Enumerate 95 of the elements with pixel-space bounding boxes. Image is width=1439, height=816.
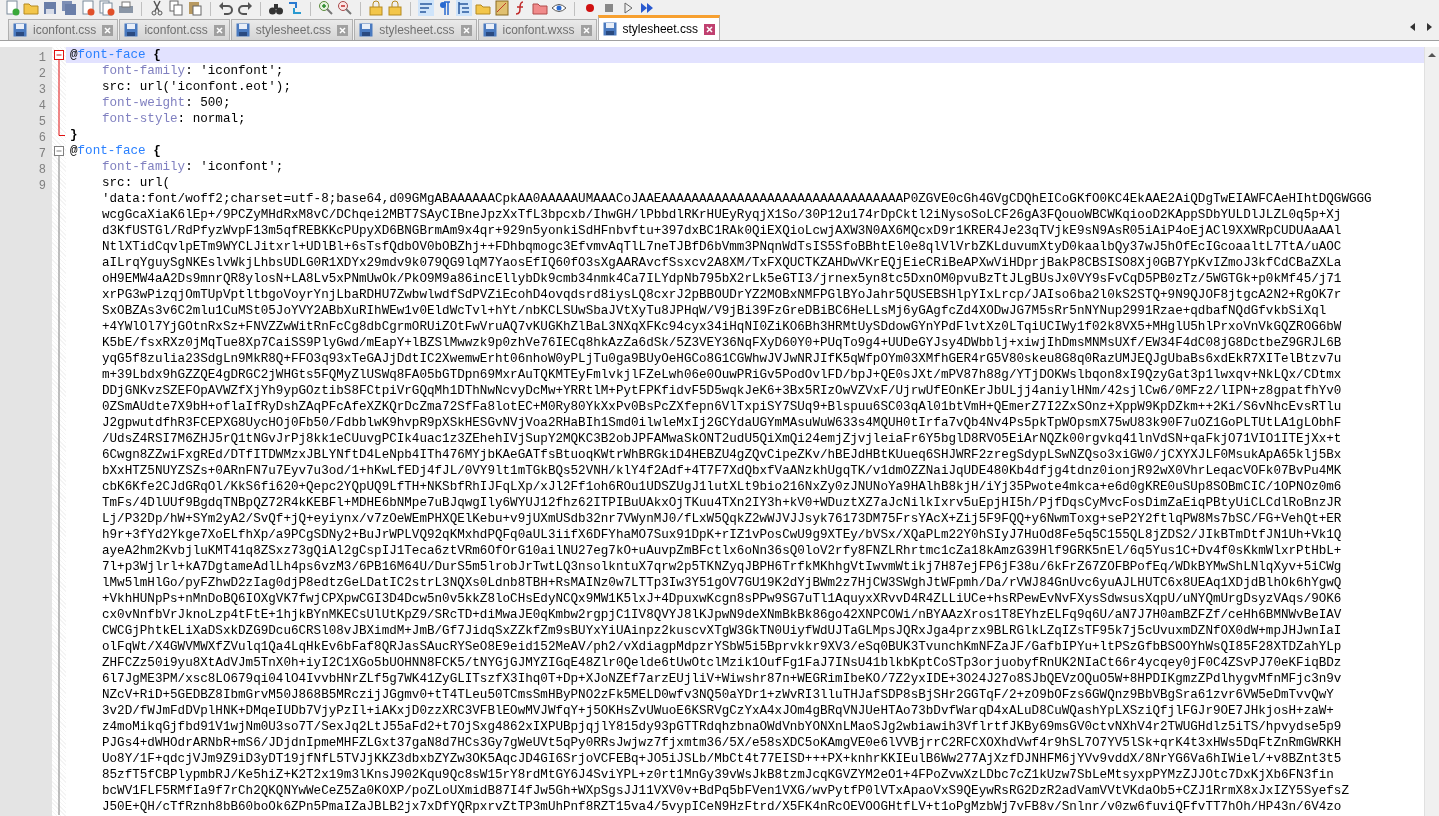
code-line: 7l+p3Wjlrl+kA7DgtameAdlLh4ps6vzM3/6PB16M64U/DurS5m5lrobJrTwtLQ3nsolkntuX7qrw2p5TKNZyqJBPH6TrfkMKhhgVtIwvmWtikj7H87ejFP6jF38u/6kFrZ67ZOFBPofEq/WDkBYMwShLNlqXyv+5iCWg [101, 559, 1343, 575]
code-line: NZcV+RiD+5GEDBZ8IbmGrvM50J868B5MRczijJGgmv0+tT4TLeu50TCmsSmHByPNO2zFk5MELD0wfv3NQ50aYDr1+zWvRI3lluTHJafSDP8sBjSHr2GGTqF/2+zO9bOFzs6GWQnz9BbVBgSra61zvr6VW5eDmTvvQwY [101, 687, 1335, 703]
lock-icon[interactable] [387, 0, 403, 16]
line-number: 9 [38, 179, 46, 193]
file-tab[interactable]: iconfont.css [119, 19, 230, 40]
code-line: ayeA2hm2KvbjluKMT41q8ZSxz73gQiAl2gCspIJ1Teca6ztVRm6OfOrG10ailNU27eg7kO+uAuvpZmBFctlx6oNn36sQ0loV2rfy8FNZLRhrtmc1cZa18kAmzG39Hlf9GRK5nEl/6q5Yus1C+Dv4f0sKkmWlxrPtHbL+ [101, 543, 1343, 559]
save-icon [359, 23, 374, 37]
code-line: src: url( [101, 175, 172, 191]
code-line: 6l7JgME3PM/xsc8LO679qi04lO4IvvbHNrZLf5g7WK41ZyGLITszfX3Ihq0T+Dp+XJoNZEf7arzEUjliV+Wiwshr87n+WEGRimIbeKO/7Z2yxIDE+3O24J27o8SJbQEVzOQuO5W+8HPDIKgmzZPdlhygvMfnMFjc3n9v [101, 671, 1343, 687]
code-line: 'data:font/woff2;charset=utf-8;base64,d09GMgABAAAAAACpkAA0AAAAAUMAAACoJAAEAAAAAAAAAAAAAAAAAAAAAAAAAAAAAAAAP0ZGVE0cGh4GVgCDQhEICoGKfO0KC4EkAAE2AiQDgTwEIAWFCAeHIhtDQGWGGG [101, 191, 1373, 207]
code-line: font-family: 'iconfont'; [101, 63, 285, 79]
line-number: 5 [38, 115, 46, 129]
code-line: PJGs4+dWHOdrARNbR+mS6/JDjdnIpmeMHFZLGxt37gaN8d7HCs3Gy7gWeUVt5qPy0RRsJwjwz7fjxmtm36/5X/e58sXDC5oKAmgVE0e6lVVBjrrC2RFCXOXhdVwf4r9hSL7O7YV5lSk+qrK4t3xHWs5DqFtZnRmGWRKH [101, 735, 1343, 751]
close-file-icon[interactable] [80, 0, 96, 16]
code-line: lMw5lmHlGo/pyFZhwD2zIag0djP8edtzGeLDatIC2strL3NQXs0Ldnb8TBH+RsMAINz0w7LTTp3Iw3Y51gOV7GU19K2dYjBWm2z7HjCW3SWghJtWFpmh/Da/rVWJ84GnUvc6yuAJLHUTC6x8UEAq1XDjdBlhOk6hYgwQ [101, 575, 1343, 591]
save-icon [235, 23, 250, 37]
code-line: +VkhHUNpPs+nMnDoBQ6IOXgVK7fwjCPXpwCGI3D4Dcw5n0v5kkZ8loCHsEdyNCQx9MW1K5lxJ+4DpuxwKcgn8sPPw9SG7uTl1AquyxXRvvD4R4ZLLiUCe+hsRPewEvNvFXysSdwsusXqpU/uNYQmUrgDsyzVAqs/9OK6 [101, 591, 1343, 607]
code-line: Uo8Y/1F+qdcjVJm9Z9iD3yDT19jfNfL5TVJjKKZ3dbxbZYZw3OK5AqcJD4GI6SrjoVCFEBq+JO5iJSLb/MbCt4t77EISD+++PX+knhrKKIEulB6Ww277AjXzfDJNHFM6jYVv9vddX/8NrYG6Va6hIWiel/+v8BZnt3t5 [101, 751, 1343, 767]
code-line: wcgGcaXiaK6lEp+/9PCZyMHdRxM8vC/DChqei2MBT7SAyCIBneJpzXxTfL3bpcxb/IhwGH/lPbbdlRKrHUEyRyqjX1So/30P12u174rDpCktl2iNysoSoLCF26gA3FQouoWBCWKqiooD2KAppSDbYULDlJLZL0q5p+Xj [101, 207, 1343, 223]
paste-icon[interactable] [187, 0, 203, 16]
word-wrap-icon[interactable] [418, 0, 434, 16]
code-line: cx0vNnfbVrJknoLzp4tFtE+1hjkBYnMKECsUlUtKpZ9/SRcTD+diMwaJE0qKmbw2rgpjC1IV8QVYJ8lKJpwN9deXNmBkBk86go42XNPCOWi/nBYAAzXros1T8EYhzELFq9q6U/aN7J7H0amBZFZf/ceHh6BMNWvBeIAV [101, 607, 1343, 623]
code-line: src: url('iconfont.eot'); [101, 79, 292, 95]
close-icon[interactable] [102, 24, 114, 36]
code-line: d3KfUSTGl/RdPfyzWvpF13m5qfREBKKcPUpyXD6BNGBrmAm9x4qr+929n5yonkiSdHFnbvftu+397dxBC1RAk0QiEXQioLcwjAXW3N0AX6MQcxD9r1KRER4Je23qTVjkE9sN9AsR05iAiP4oEjACl9XXWRpCUDUAaAAl [101, 223, 1343, 239]
save-icon [602, 22, 617, 36]
code-line: aILrqYguySgNKEslvWkjLhbsUDLG0R1XDYx29mdv9k079QG9lqM7YaosEfIQ60fO3sXgAARAvcfSsxcv2A8XM/TxFXQUCTKZAHDwVKrEQjEieCRiBeAPXwViHDprjBakP8CBSISO8Xj0GB7YpKvIZmoJ3kfCdCBaZXLa [101, 255, 1343, 271]
code-line: bcWV1FLF5RMfIa9f7rCh2QKQNYwWeCeZ5Za0KOXP/poZLoUXmidB87I4fJw5Gh+WXpSgsJJ11VXV0v+BdPq5bFVen1VXG/wvPytfP0lVTxApaoVxS9QEywRsRG2DzR2adVamVVtVKdaOb5+CZJ1RrmX8xJxIZY5SyefsZ [101, 783, 1350, 799]
save-icon [482, 23, 497, 37]
code-line: J50E+QH/cTfRznh8bB60boOk6ZPn5PmaIZaJBLB2jx7xDfYQRpxrvZtTP3mUhPnf8RZT15va4/5vypICeN9HzFtrd/X5FK4nRcOEVOOGHtfLV+t1oPgMzbWj7vFB8v/Snlnr/v0zw6fuviQFfvTT7hOh/HP43n/6V4zo [101, 799, 1343, 815]
close-all-icon[interactable] [99, 0, 115, 16]
fold-toggle-icon[interactable] [53, 47, 65, 63]
code-line: cbK6Kfe2CJdGRqOl/KkS6fi620+Qepc2YQpUQ9LfTH+NKSbfRhIJFqLXp/xJl2Ff1oh6ROu1UDSZUgJ1lutXLt9bio216NxZy0zJNUNoYa9HAlhB8kjH/iYj35Pwote4mkca+e6d0gKRE0uSUp8SOBmCIC/1OPNOz0m6 [101, 479, 1343, 495]
line-number: 1 [38, 51, 46, 65]
save-icon [13, 23, 27, 37]
close-icon[interactable] [213, 24, 225, 36]
code-line: olFqWt/X4GWVMWXfZVulq1Qa4LqHkEv6bFaf8QRJasSAucRYSeO8E9eid152MeAV/ph2/vXdiagpMdpzrYSbW5i5Bprvkkr9XV3/eSq0BUK3TvunchKmNFZaJF/GafbIPYu+ltPSzGfbBSOOYhWsQI85F28XTDZahYLp [101, 639, 1343, 655]
code-line: m+39Lbdx9hGZZQE4gDRGC2jWHGts5FQMyZlUSWq8FA05bGTDpn69MxrAuTQKMTEyFmlvkjlFZeLwh06e0OuwPRiGv5PodOvlFD/bpJ+QE0sJXt/mPV87h88g/YTjDOKWslbqon8xI9QzyGat3p1lwxqv+NkLQx/CDtmx [101, 367, 1343, 383]
code-line: TmFs/4DlUUf9BgdqTNBpQZ72R4kKEBFl+MDHE6bNMpe7uBJqwgIly6WYUJ12fhz62ITPIBuUAkxOjTKuu4TXn2IY3h+kV0+WDuztXZ7aJcNilkIxrv5uEpjHI5h/PjfDqsCyMvcFosDimZaEiqPBtyUiCLCdlRoBnzJR [101, 495, 1343, 511]
save-all-icon[interactable] [61, 0, 77, 16]
code-line: xrPG3wPizqjOmTUpVptltbgoVoyrYnjLbaRDHU7ZwbwlwdfSdPVZiEcohD4ovqdsrd8iysLQ8cxrJ2pBBOUDrYZ2MOBxNMFPGlBYoJahr5QUSEBSHlpYIxLrcp/JAIso6ba2l0kS2STQ+9N9QJOF8jtgcA2N2+RgOK7r [101, 287, 1343, 303]
vertical-scrollbar[interactable] [1424, 47, 1439, 816]
code-line: /UdsZ4RSI7M6ZHJ5rQ1tNGvJrPj8kk1eCUuvgPCIk4uac1z3ZEhehIVjSupY2MQKC3B2obJPFAMwaSkONT2udU5QiXmQi24emjZjvjleiaFr6Y5bglD8RVO5EiArNQZk00rgvkq41lnVdSN+qaFkjO71VIO1ITEjXx+t [101, 431, 1343, 447]
code-line: Lj/P32Dp/hW+SYm2yA2/SvQf+jQ+eyiynx/v7zOeWEmPHXQElKebu+v9jUXmUSdb32nr7VWynMJ0/fLxW5QqkZ2wWJVJJsyk76173DM75FrsYAcX+Zij5F9FQQ+y6NwmToxg+seP2Y2ftlqPW8Ms7bSC/FG+VehQt+ER [101, 511, 1343, 527]
indent-guide-icon[interactable] [456, 0, 472, 16]
save-icon [124, 23, 139, 37]
file-tab[interactable]: iconfont.css [8, 19, 119, 40]
file-tab[interactable]: stylesheet.css [354, 19, 477, 40]
code-line: CWCGjPhtkELiXaDSxkDZG9Dcu6CRSl08vJBXimdM+JmB/Gf7JidqSxZZkfZm9sBUYxYiUAinpz2kuscvXTgW3GkTN0UiyfWdUJTaGLMpsJQRxJga4przx9BLRGlkLZqIZsTF95k7j5cUvuxmDZNfOX0dW+mpJHJwnIaI [101, 623, 1343, 639]
code-line: @font-face { [69, 143, 162, 159]
file-tab[interactable]: stylesheet.css [230, 19, 354, 40]
line-number: 8 [38, 163, 46, 177]
code-line: 3v2D/fWJmFdDVplHNK+DMqeIUDb7VjyPzIl+iAKxjD0zzXRC3VFBlEOwMVJWfqY+j5OKHsZvUWuoE6KSRVgCzYxA4xJOm4gBRqVNJUeHTAo73bDvfWarqD4xALuD8CuWQashYpLXSziQfjlFGJr9OE7JHkjosH+zaW+ [101, 703, 1335, 719]
new-file-icon[interactable] [4, 0, 20, 16]
code-line: yqG5f8zulia23SdgLn9MkR8Q+FFO3q93xTeGAJjDdtIC2XwemwErht06nhoW0yPLjTu0ga9BUyOeHGCo8G1CGWhwJVJwNRJIfK5qWfpOYm03XMfhGER4rG5V80skeu8G8q0RazUMJEQJgUbaBs6xdEkR7XITelBtzv7u [101, 351, 1343, 367]
zoom-out-icon[interactable] [337, 0, 353, 16]
code-line: DDjGNKvzSZEFOpAVWZfXjYh9ypGOztibS8FCtpiVrGQqMh1DThNwNcvyDcMw+YRRtlM+PytFPKfidvF5D5wqkJeK6+3Bx5RIzOwVZVxF/UjrwUfEOnKErJbULjj4aniylHNm/42sjlCw6/0MFz2/lIPN+z8gpatfhYv0 [101, 383, 1343, 399]
close-icon[interactable] [337, 24, 349, 36]
code-line: +4YWlOl7YjGOtnRxSz+FNVZZwWitRnFcCg8dbCgrmORUiZOtFwVruAQ7vKUGKhZlBaL3NXqXFKc94cyx34iHqNI0ZiKO6Bh3HRMtUySDdowGYnYPdFlvtXz0LTqiUCIWy1f02k8VX5+MHglU5hlPrxoVnVkGQZROG6bW [101, 319, 1343, 335]
line-number: 3 [38, 83, 46, 97]
pilcrow-icon[interactable] [437, 0, 453, 16]
code-line: } [69, 127, 79, 143]
code-line: bXxHTZ5NUYZSZs+0ARnFN7u7Eyv7u3od/1+hKwLfEDj4fJL/0VY9lt1mTGkBQs52VNH/klY4f2Adf+4T7F7XdQbxfVaANzkhUgqTK/v1dmOZZNaiJqUDE480Kb4dfjg4tdnz0ionjR92wX0VhrLeqacVOFk07BvPu4MK [101, 463, 1343, 479]
zoom-in-icon[interactable] [318, 0, 334, 16]
code-line: NtlXTidCqvlpETm9WYCLJitxrl+UDlBl+6sTsfQdbOV0bOBZhj++FDhbqmogc3EfvmvAqTlL7neTJBfD6bVmm3PNqnWdTsIS5SfoBBhtEl0e8qlVlVrbZKLduvumXtyD0kaalbQy37wJ5hOfEcIGcoaaltL7TtA/uAOC [101, 239, 1343, 255]
code-line: SxOBZAs3v6C2mlu1CuMSt05JoYVY2ABbXuRIhWEw1v0EldWcTvl+hYt/nbKCLSUwSbaJVtXyTu8JPHqW/V9jBi39FzGreDBiBC6HeLLsMj6yGAgfcZd4XODwJG7M5sRr5nNYNup2991Rzae+qdbafNQdGfvkbSiXql [101, 303, 1328, 319]
code-line: 85zfT5fCBPlypmbRJ/Ke5hiZ+K2T2x19m3lKnsJ902Kqu9Qc8sW15rY8rdMtGY6J4SviYPL+z0rt1MnGy39vWsJkB8tzmJcqKGVZYM2eO1+4FPoZvwXzLDbc7cZ1kUzw7SbLeMtsyxpPYMzZJJOtc7DxKjXb6FN3fin [101, 767, 1335, 783]
code-line: font-style: normal; [101, 111, 247, 127]
code-line: font-weight: 500; [101, 95, 232, 111]
code-line: 0ZSmAUdte7X9bH+oflaIfRyDshZAqPFcAfeXZKQrDcZma72SfFa8lotEC+M0Ry80YkXxPv0BsPcZXfepn6VlTxpiSY7SUq9+Blspuu6SC03qAl01btVmH+QEmerZ7I2ZxSOnz+XppW9KpDZkm++2Ki/S6vNhcEvsRTlu [101, 399, 1343, 415]
close-icon[interactable] [703, 23, 715, 35]
fold-toggle-icon[interactable] [53, 143, 65, 159]
print-icon[interactable] [118, 0, 134, 16]
file-tab[interactable]: stylesheet.css [597, 15, 720, 40]
lock-icon[interactable] [368, 0, 384, 16]
line-number: 4 [38, 99, 46, 113]
copy-icon[interactable] [168, 0, 184, 16]
close-icon[interactable] [460, 24, 472, 36]
redo-icon[interactable] [237, 0, 253, 16]
code-line: K5bE/fsxRXz0jMqTue8Xp7CaiSS9PlyGwd/mEapY+lBZSlMwwzk9p0zhVe76IECq8hkAzZa6dSk/5Z3VEY36NqFXyD60Y0+PUqTo9g4+UUDeGYJsy4DWbblj+xiwjIhDmsMNMsUXf/EW34F4dC08jG8DctbeZ9GRJL6B [101, 335, 1343, 351]
code-line: oH9EMW4aA2Ds9mnrQR8ylosN+LA8Lv5xPNmUwOk/PkO9M9a86incEllybDk9cmb34nmk4Ca7ILYdpNb795bX2rLk5eGTI3/jrnex5yn8tc5DxnOM0pvuBzTtJLgBUsJx0VY9sFvCqD5PB0zTz/5WGTGk+p0kMf45/j71 [101, 271, 1343, 287]
code-line: font-family: 'iconfont'; [101, 159, 285, 175]
code-line: 6Cwgn8ZZwiFxgREd/DTfITDWMzxJBLYNftD4LeNpb4ITh476MYjbKAeGATfsBtuoqKWtrWhBRGkiD4HEBZU4gZQvCipeZKv/hBEJdHBtKUueq6SHJWRF2zregSdypLSwNZQso3xiGW0/jCXYXJLF0MsukApA65klj5Bx [101, 447, 1343, 463]
code-line: h9r+3fYd2Ykge7XoELfhXp/a9PCgSDNy2+BuJrWPLVQ92qKMxhdPQFq0aUL3iifX6DFYhaMO7Sux91DpK+rIZ1vPosCwU9g9XTEy/bVSx/XQaPLm22Y0hSIyJ7HuOd8Fe5q5C155QL8jZDS2/JIkBTmDtfJN1Uh+Vk1Q [101, 527, 1343, 543]
scissors-icon[interactable] [149, 0, 165, 16]
line-number: 6 [38, 131, 46, 145]
line-number: 7 [38, 147, 46, 161]
save-icon[interactable] [42, 0, 58, 16]
undo-icon[interactable] [218, 0, 234, 16]
file-tab[interactable]: iconfont.wxss [477, 19, 597, 40]
code-line: z4moMikqGjfbd91V1wjNm0U3so7T/SexJq2LtJ55aFd2+t7OjSxg4862xIXPUBpjqjlY815dy93pGTTRdqhzbnaOWdVnbYONXnLMaoSJg2wbiawih3VflrtfJKBy69msGV0ctvNXhV4r2TWUGHdlz5iTS/hpvydse5p9 [101, 719, 1343, 735]
line-number: 2 [38, 67, 46, 81]
close-icon[interactable] [580, 24, 592, 36]
code-line: ZHFCZz50i9yu8XtAdVJm5TnX0h+iyI2C1XGo5bUOHNN8FCK5/tNYGjGJMYZIGqE48Zlr0Qelde6tUwOtclMzik1OufFg1FaJ7INsU41blkbKptCoSTp3orjuobyfRnUK2NIaCt66r4ycqey0jF0C4ZSvPJ70eKFiqBDz [101, 655, 1343, 671]
code-line: J2gpwutdfhR3FCEPXG8UycHOj0Fb50/FdbblwK9hvpR9pXSkHESGvNVjVoa2RHaBIh1Smd0ilwleMxIj2GCYdaUGYmMAsuWuW633s4MQUH0tIrfa7vQb4Nv4Ps5pkTpWOpsmX75wU83k90F7uOZ1GoPLTUtLA1gLObhF [101, 415, 1343, 431]
